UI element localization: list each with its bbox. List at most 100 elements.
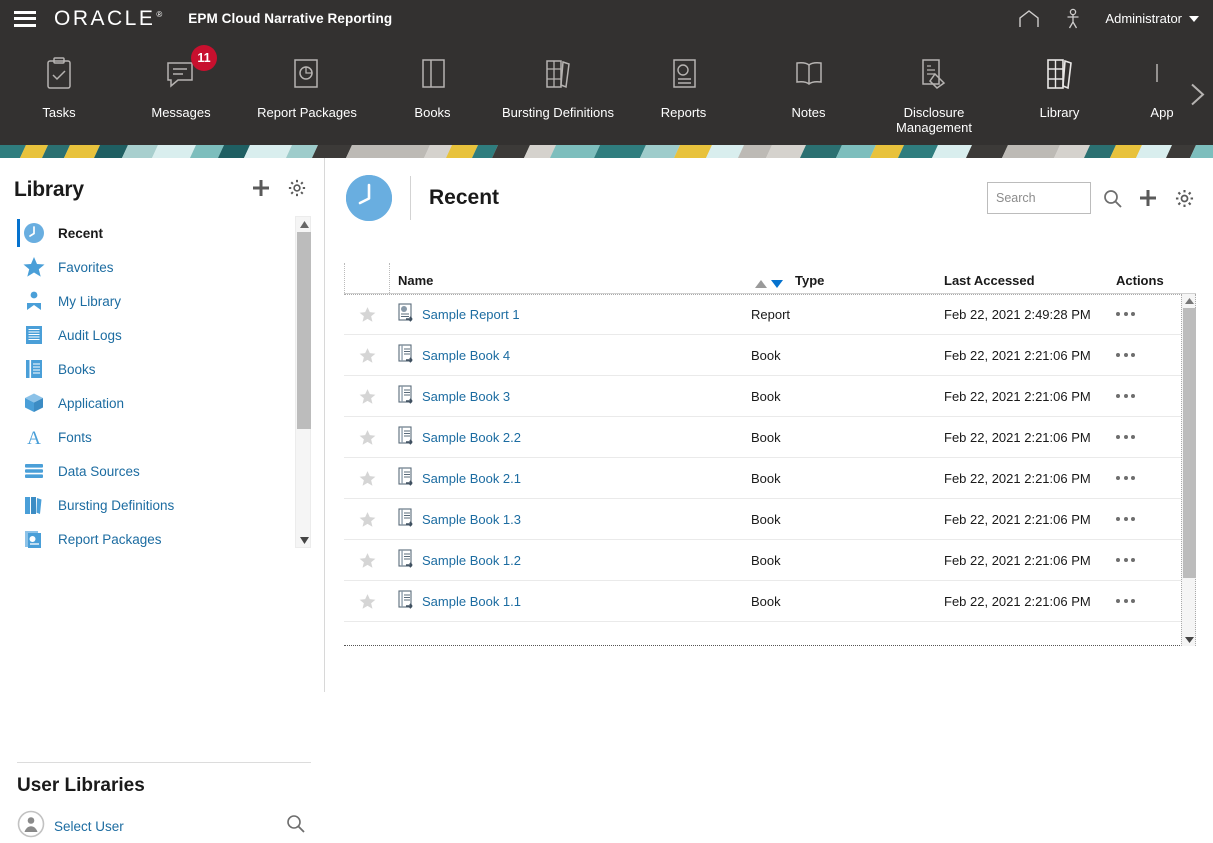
table-row[interactable]: Sample Book 2.1 Book Feb 22, 2021 2:21:0…: [344, 458, 1196, 499]
user-menu-label: Administrator: [1105, 11, 1182, 26]
row-name-link[interactable]: Sample Book 4: [422, 348, 510, 363]
more-actions-icon[interactable]: [1116, 599, 1135, 603]
favorite-star-icon[interactable]: [344, 511, 390, 528]
nav-item-bursting-definitions[interactable]: Bursting Definitions: [495, 37, 621, 145]
table-scrollbar[interactable]: [1181, 294, 1196, 646]
favorite-star-icon[interactable]: [344, 388, 390, 405]
report-file-icon: [398, 302, 416, 326]
more-actions-icon[interactable]: [1116, 435, 1135, 439]
nav-item-messages[interactable]: 11 Messages: [118, 37, 244, 145]
row-last-accessed-cell: Feb 22, 2021 2:21:06 PM: [944, 552, 1091, 568]
sidebar-item-report-packages[interactable]: Report Packages: [0, 522, 296, 548]
sidebar-item-data-sources[interactable]: Data Sources: [0, 454, 296, 488]
nav-label: Messages: [151, 105, 211, 120]
scroll-down-arrow[interactable]: [296, 533, 312, 547]
accessibility-icon[interactable]: [1051, 0, 1095, 37]
row-name-link[interactable]: Sample Book 1.1: [422, 594, 521, 609]
table-row[interactable]: Sample Book 1.1 Book Feb 22, 2021 2:21:0…: [344, 581, 1196, 622]
sidebar-item-application[interactable]: Application: [0, 386, 296, 420]
row-name-cell: Sample Book 4: [390, 343, 745, 367]
sidebar-item-recent[interactable]: Recent: [0, 216, 296, 250]
favorite-star-icon[interactable]: [344, 470, 390, 487]
sort-controls: [745, 280, 789, 293]
table-row[interactable]: Sample Book 2.2 Book Feb 22, 2021 2:21:0…: [344, 417, 1196, 458]
gear-icon[interactable]: [288, 179, 306, 202]
gear-icon[interactable]: [1169, 182, 1199, 214]
plus-icon[interactable]: [252, 179, 270, 202]
nav-item-report-packages[interactable]: Report Packages: [244, 37, 370, 145]
nav-item-library[interactable]: Library: [997, 37, 1122, 145]
column-header-type[interactable]: Type: [789, 273, 944, 293]
sidebar-item-label: Favorites: [58, 259, 114, 275]
favorite-star-icon[interactable]: [344, 306, 390, 323]
select-user-label[interactable]: Select User: [54, 819, 124, 834]
more-actions-icon[interactable]: [1116, 517, 1135, 521]
more-actions-icon[interactable]: [1116, 312, 1135, 316]
table-row[interactable]: Sample Book 4 Book Feb 22, 2021 2:21:06 …: [344, 335, 1196, 376]
row-name-link[interactable]: Sample Book 3: [422, 389, 510, 404]
table-row[interactable]: Sample Book 1.2 Book Feb 22, 2021 2:21:0…: [344, 540, 1196, 581]
nav-item-reports[interactable]: Reports: [621, 37, 746, 145]
sidebar-item-my-library[interactable]: My Library: [0, 284, 296, 318]
row-name-link[interactable]: Sample Book 2.1: [422, 471, 521, 486]
book-file-icon: [398, 466, 416, 490]
more-actions-icon[interactable]: [1116, 476, 1135, 480]
chevron-right-icon[interactable]: [1187, 82, 1207, 113]
row-name-link[interactable]: Sample Book 1.3: [422, 512, 521, 527]
cube-icon: [22, 391, 46, 415]
report-chart-icon: [670, 54, 698, 94]
search-icon[interactable]: [1097, 182, 1127, 214]
table-scrollbar-thumb[interactable]: [1183, 308, 1196, 578]
row-name-link[interactable]: Sample Book 2.2: [422, 430, 521, 445]
sidebar-item-fonts[interactable]: A Fonts: [0, 420, 296, 454]
table-row[interactable]: Sample Report 1 Report Feb 22, 2021 2:49…: [344, 294, 1196, 335]
nav-label: App: [1150, 105, 1174, 120]
svg-text:A: A: [27, 428, 41, 448]
plus-icon[interactable]: [1133, 182, 1163, 214]
column-header-favorite[interactable]: [344, 263, 390, 293]
more-actions-icon[interactable]: [1116, 394, 1135, 398]
star-icon: [22, 255, 46, 279]
favorite-star-icon[interactable]: [344, 593, 390, 610]
row-name-link[interactable]: Sample Book 1.2: [422, 553, 521, 568]
sidebar-item-bursting-definitions[interactable]: Bursting Definitions: [0, 488, 296, 522]
more-actions-icon[interactable]: [1116, 558, 1135, 562]
sidebar-item-books[interactable]: Books: [0, 352, 296, 386]
more-actions-icon[interactable]: [1116, 353, 1135, 357]
scroll-down-arrow[interactable]: [1182, 633, 1196, 646]
sidebar-item-label: Bursting Definitions: [58, 497, 175, 513]
row-name-cell: Sample Book 2.1: [390, 466, 745, 490]
scroll-up-arrow[interactable]: [1182, 294, 1196, 307]
table-row[interactable]: Sample Book 1.3 Book Feb 22, 2021 2:21:0…: [344, 499, 1196, 540]
search-input[interactable]: [987, 182, 1091, 214]
favorite-star-icon[interactable]: [344, 347, 390, 364]
favorite-star-icon[interactable]: [344, 552, 390, 569]
sort-descending-arrow[interactable]: [771, 280, 783, 288]
favorite-star-icon[interactable]: [344, 429, 390, 446]
user-menu[interactable]: Administrator: [1105, 11, 1199, 26]
scroll-up-arrow[interactable]: [296, 217, 312, 231]
bursting-books-icon: [542, 54, 574, 94]
table-top-border: [344, 294, 1196, 295]
sort-ascending-arrow[interactable]: [755, 280, 767, 288]
sidebar-item-label: Audit Logs: [58, 327, 122, 343]
nav-item-tasks[interactable]: Tasks: [0, 37, 118, 145]
row-name-link[interactable]: Sample Report 1: [422, 307, 520, 322]
table-header-row: Name Type Last Accessed Actions: [344, 263, 1196, 294]
sidebar-scrollbar-thumb[interactable]: [297, 232, 311, 429]
table-row[interactable]: Sample Book 3 Book Feb 22, 2021 2:21:06 …: [344, 376, 1196, 417]
sidebar-scrollbar[interactable]: [295, 216, 311, 548]
column-header-name[interactable]: Name: [390, 273, 745, 293]
nav-label: Disclosure Management: [896, 105, 972, 135]
column-header-last-accessed[interactable]: Last Accessed: [944, 273, 1116, 293]
hamburger-icon[interactable]: [14, 10, 36, 27]
row-last-accessed-cell: Feb 22, 2021 2:49:28 PM: [944, 306, 1091, 322]
nav-item-books[interactable]: Books: [370, 37, 495, 145]
nav-item-disclosure-management[interactable]: Disclosure Management: [871, 37, 997, 145]
home-icon[interactable]: [1007, 0, 1051, 37]
sidebar-item-audit-logs[interactable]: Audit Logs: [0, 318, 296, 352]
sidebar-item-favorites[interactable]: Favorites: [0, 250, 296, 284]
search-icon[interactable]: [286, 814, 305, 838]
sidebar-title: Library: [14, 178, 84, 201]
nav-item-notes[interactable]: Notes: [746, 37, 871, 145]
